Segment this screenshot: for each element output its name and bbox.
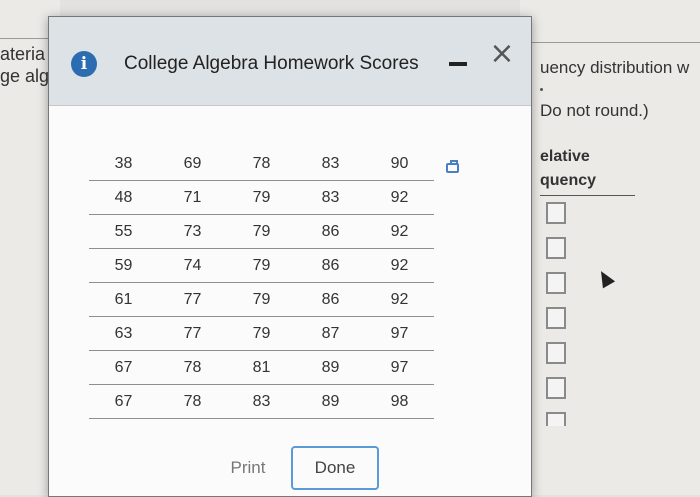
background-text: ge alg	[0, 66, 50, 86]
table-cell: 67	[89, 350, 158, 385]
dialog-title: College Algebra Homework Scores	[124, 53, 419, 74]
table-cell: 63	[89, 316, 158, 351]
table-row: 61 77 79 86 92	[89, 282, 434, 317]
table-cell: 98	[365, 384, 434, 419]
answer-input-box[interactable]	[546, 272, 566, 294]
column-header: quency	[540, 172, 597, 189]
scores-dialog: i College Algebra Homework Scores × 38 69…	[48, 16, 532, 497]
table-cell: 59	[89, 248, 158, 283]
scores-table: 38 69 78 83 90 48 71 79 83 92 55 73 79 86 92 59 74 79 86 92…	[89, 147, 434, 419]
answer-input-box[interactable]	[546, 237, 566, 259]
table-cell: 92	[365, 214, 434, 249]
answer-input-box[interactable]	[546, 202, 566, 224]
table-cell: 97	[365, 316, 434, 351]
table-cell: 77	[158, 282, 227, 317]
table-cell: 78	[227, 147, 296, 181]
table-cell: 79	[227, 214, 296, 249]
dialog-titlebar[interactable]: i College Algebra Homework Scores ×	[49, 17, 531, 106]
table-cell: 83	[227, 384, 296, 419]
table-cell: 78	[158, 384, 227, 419]
table-row: 67 78 83 89 98	[89, 384, 434, 419]
table-cell: 92	[365, 180, 434, 215]
table-cell: 67	[89, 384, 158, 419]
column-header: elative	[540, 148, 590, 165]
table-cell: 86	[296, 214, 365, 249]
table-cell: 83	[296, 180, 365, 215]
header-underline	[540, 195, 635, 196]
instruction-text: Do not round.)	[540, 101, 649, 120]
table-row: 67 78 81 89 97	[89, 350, 434, 385]
table-cell: 83	[296, 147, 365, 181]
table-cell: 79	[227, 316, 296, 351]
table-cell: 92	[365, 248, 434, 283]
table-cell: 74	[158, 248, 227, 283]
table-cell: 97	[365, 350, 434, 385]
table-cell: 55	[89, 214, 158, 249]
info-icon: i	[71, 51, 97, 77]
table-cell: 92	[365, 282, 434, 317]
table-cell: 86	[296, 282, 365, 317]
table-cell: 79	[227, 180, 296, 215]
table-cell: 69	[158, 147, 227, 181]
answer-input-box[interactable]	[546, 377, 566, 399]
table-cell: 61	[89, 282, 158, 317]
done-button[interactable]: Done	[291, 446, 379, 490]
table-cell: 38	[89, 147, 158, 181]
table-cell: 81	[227, 350, 296, 385]
table-cell: 79	[227, 282, 296, 317]
question-text: uency distribution w	[540, 58, 690, 77]
table-cell: 90	[365, 147, 434, 181]
table-cell: 48	[89, 180, 158, 215]
table-cell: 78	[158, 350, 227, 385]
copy-data-icon[interactable]	[446, 160, 459, 173]
answer-input-box[interactable]	[546, 412, 566, 426]
table-cell: 89	[296, 350, 365, 385]
table-cell: 89	[296, 384, 365, 419]
table-row: 48 71 79 83 92	[89, 180, 434, 215]
background-text: ateria	[0, 44, 46, 64]
table-cell: 87	[296, 316, 365, 351]
table-cell: 79	[227, 248, 296, 283]
close-icon[interactable]: ×	[487, 39, 517, 69]
table-row: 38 69 78 83 90	[89, 147, 434, 181]
divider-dot	[540, 88, 543, 91]
table-row: 63 77 79 87 97	[89, 316, 434, 351]
table-cell: 77	[158, 316, 227, 351]
background-page-right: uency distribution w Do not round.) elat…	[520, 0, 700, 495]
answer-input-box[interactable]	[546, 307, 566, 329]
table-cell: 86	[296, 248, 365, 283]
table-cell: 73	[158, 214, 227, 249]
table-cell: 71	[158, 180, 227, 215]
table-row: 59 74 79 86 92	[89, 248, 434, 283]
divider	[520, 42, 700, 43]
minimize-icon[interactable]	[449, 62, 467, 66]
table-row: 55 73 79 86 92	[89, 214, 434, 249]
print-button[interactable]: Print	[211, 446, 285, 490]
answer-input-box[interactable]	[546, 342, 566, 364]
